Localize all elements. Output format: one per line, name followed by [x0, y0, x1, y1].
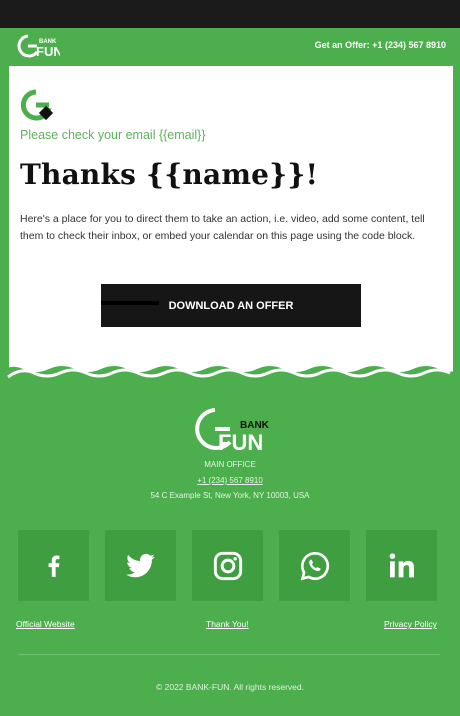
instagram-button[interactable] [192, 530, 263, 601]
brand-mark-icon [20, 89, 54, 121]
official-website-link[interactable]: Official Website [16, 619, 75, 629]
whatsapp-icon [300, 551, 329, 580]
download-offer-button[interactable]: DOWNLOAD AN OFFER [101, 284, 361, 327]
logo-word-large: FUN [36, 44, 60, 58]
facebook-button[interactable] [18, 530, 89, 601]
bankfun-logo[interactable]: BANK FUN [16, 34, 60, 58]
twitter-icon [125, 553, 155, 577]
whatsapp-button[interactable] [279, 530, 350, 601]
main-card: Please check your email {{email}} Thanks… [9, 66, 453, 381]
twitter-button[interactable] [105, 530, 176, 601]
description-text: Here's a place for you to direct them to… [20, 213, 425, 242]
button-accent-bar [101, 301, 159, 305]
check-email-text: Please check your email {{email}} [20, 128, 206, 142]
instagram-icon [213, 551, 242, 580]
get-offer-link[interactable]: Get an Offer: +1 (234) 567 8910 [315, 40, 446, 50]
linkedin-icon [389, 552, 414, 577]
copyright-text: © 2022 BANK-FUN. All rights reserved. [156, 682, 304, 692]
wave-divider [0, 366, 460, 387]
office-address: 54 C Example St, New York, NY 10003, USA [150, 491, 310, 500]
linkedin-button[interactable] [366, 530, 437, 601]
header: BANK FUN Get an Offer: +1 (234) 567 8910 [0, 28, 460, 66]
footer-logo[interactable]: BANK FUN [192, 406, 272, 452]
top-bar [0, 0, 460, 28]
thank-you-link[interactable]: Thank You! [206, 619, 249, 629]
office-phone-link[interactable]: +1 (234) 567 8910 [0, 476, 460, 485]
download-offer-label: DOWNLOAD AN OFFER [168, 299, 294, 312]
privacy-policy-link[interactable]: Privacy Policy [384, 619, 437, 629]
page-title: Thanks {{name}}! [20, 158, 319, 191]
footer-divider [18, 654, 440, 655]
footer-logo-word-large: FUN [218, 430, 263, 452]
office-label: MAIN OFFICE [204, 460, 256, 469]
facebook-icon [48, 554, 59, 577]
